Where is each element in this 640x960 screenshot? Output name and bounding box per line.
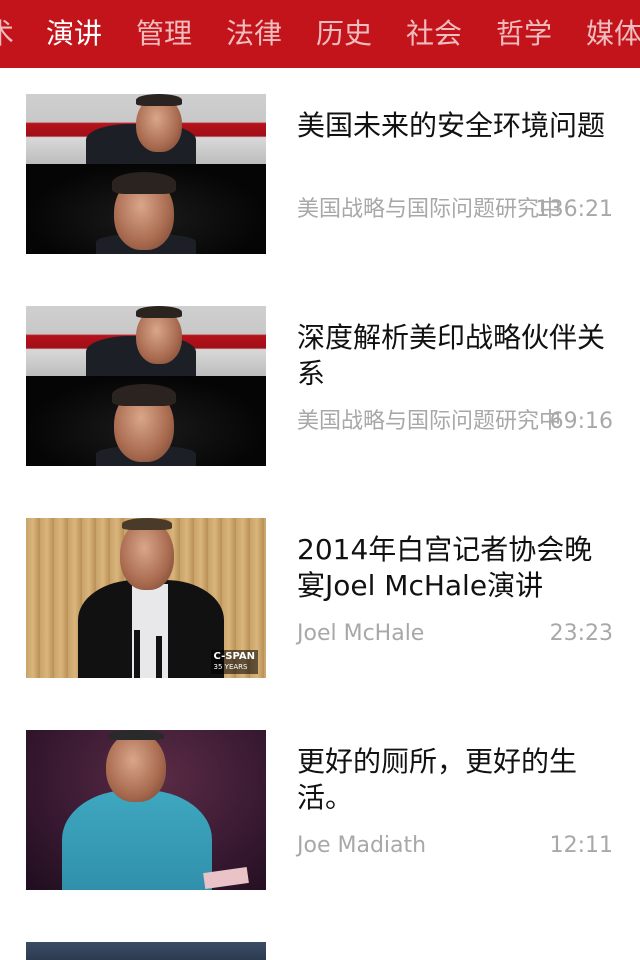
tab-partial-left[interactable]: 术: [0, 0, 14, 68]
video-list-item[interactable]: C-SPAN 35 YEARS 2014年白宫记者协会晚宴Joel McHale…: [0, 492, 640, 704]
microphone: [156, 636, 162, 678]
tab-history[interactable]: 历史: [316, 0, 372, 68]
speaker-hair: [112, 384, 176, 406]
video-list-item[interactable]: 更好的厕所，更好的生活。 Joe Madiath 12:11: [0, 704, 640, 916]
video-title[interactable]: 深度解析美印战略伙伴关系: [297, 320, 613, 392]
video-author: Joel McHale: [297, 621, 425, 646]
tab-media[interactable]: 媒体: [586, 0, 640, 68]
video-thumbnail[interactable]: [26, 94, 266, 254]
video-meta: 美国战略与国际问题研究中 136:21: [297, 194, 613, 226]
video-meta: 美国战略与国际问题研究中 69:16: [297, 406, 613, 438]
video-title[interactable]: 2014年白宫记者协会晚宴Joel McHale演讲: [297, 532, 613, 604]
tab-speech[interactable]: 演讲: [46, 0, 102, 68]
speaker-hair: [122, 518, 172, 530]
video-duration: 69:16: [549, 409, 613, 434]
tab-society[interactable]: 社会: [406, 0, 462, 68]
video-meta: Joel McHale 23:23: [297, 618, 613, 650]
video-author: 美国战略与国际问题研究中: [297, 409, 562, 434]
video-thumbnail-partial[interactable]: [26, 942, 266, 960]
video-list-item[interactable]: 美国未来的安全环境问题 美国战略与国际问题研究中 136:21: [0, 68, 640, 280]
video-list-item[interactable]: 深度解析美印战略伙伴关系 美国战略与国际问题研究中 69:16: [0, 280, 640, 492]
speaker-hair: [136, 94, 182, 106]
category-tab-bar: 术 演讲 管理 法律 历史 社会 哲学 媒体: [0, 0, 640, 68]
video-meta: Joe Madiath 12:11: [297, 830, 613, 862]
video-thumbnail[interactable]: [26, 730, 266, 890]
cspan-logo: C-SPAN 35 YEARS: [210, 650, 258, 674]
tab-management[interactable]: 管理: [136, 0, 192, 68]
tab-philosophy[interactable]: 哲学: [496, 0, 552, 68]
video-title[interactable]: 更好的厕所，更好的生活。: [297, 744, 613, 816]
video-duration: 23:23: [549, 621, 613, 646]
video-author: Joe Madiath: [297, 833, 427, 858]
video-author: 美国战略与国际问题研究中: [297, 197, 562, 222]
video-thumbnail[interactable]: [26, 306, 266, 466]
microphone: [134, 630, 140, 678]
speaker-face: [120, 520, 174, 590]
video-list[interactable]: 美国未来的安全环境问题 美国战略与国际问题研究中 136:21 深度解析美印战略…: [0, 68, 640, 960]
tab-law[interactable]: 法律: [226, 0, 282, 68]
speaker-hair: [112, 172, 176, 194]
video-duration: 136:21: [535, 197, 613, 222]
speaker-face: [106, 732, 166, 802]
speaker-hair: [136, 306, 182, 318]
video-title[interactable]: 美国未来的安全环境问题: [297, 108, 613, 144]
speaker-hair: [108, 730, 164, 740]
video-duration: 12:11: [549, 833, 613, 858]
video-thumbnail[interactable]: C-SPAN 35 YEARS: [26, 518, 266, 678]
speaker-shirt: [62, 790, 212, 890]
